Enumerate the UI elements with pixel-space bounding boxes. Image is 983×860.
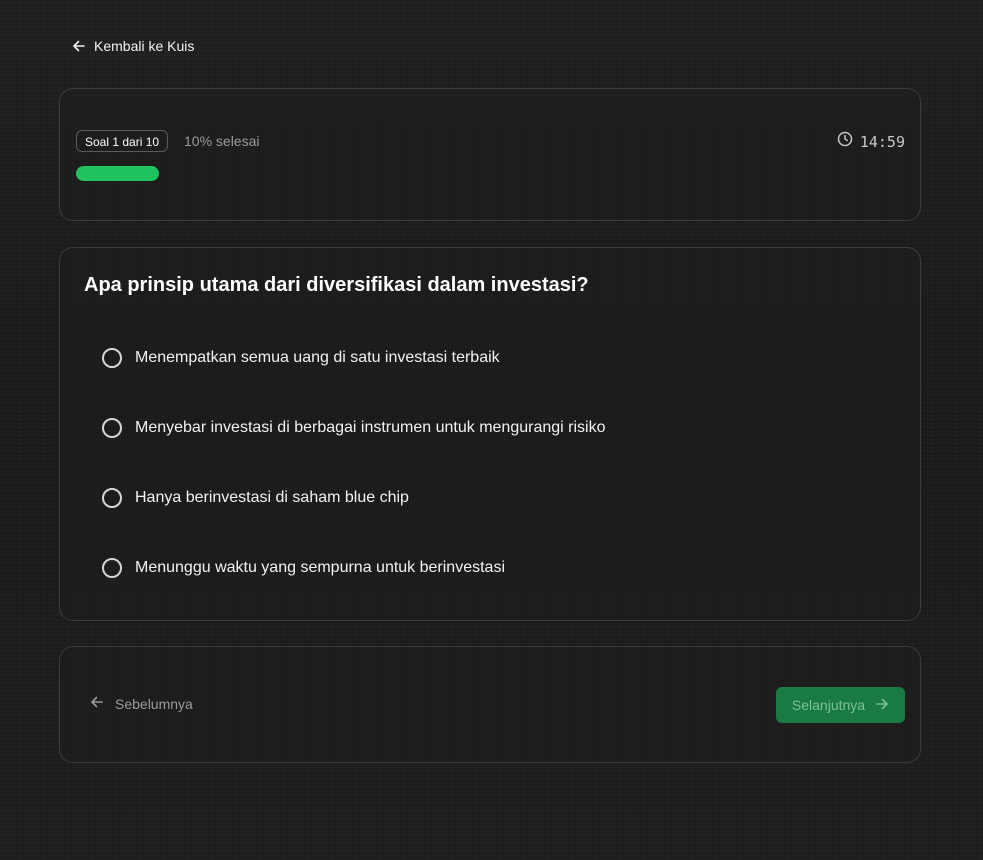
answer-option-label: Menyebar investasi di berbagai instrumen… [135,419,606,436]
progress-card: Soal 1 dari 10 10% selesai 14:59 [59,88,921,221]
answer-option-label: Menunggu waktu yang sempurna untuk berin… [135,559,505,576]
question-card: Apa prinsip utama dari diversifikasi dal… [59,247,921,621]
previous-button-label: Sebelumnya [115,695,193,712]
back-link-label: Kembali ke Kuis [94,38,195,54]
radio-button[interactable] [102,418,122,438]
progress-bar-fill [76,166,159,181]
answer-option-label: Hanya berinvestasi di saham blue chip [135,489,409,506]
question-title: Apa prinsip utama dari diversifikasi dal… [84,274,589,296]
radio-button[interactable] [102,348,122,368]
radio-button[interactable] [102,558,122,578]
radio-button[interactable] [102,488,122,508]
question-counter-badge: Soal 1 dari 10 [76,130,169,152]
timer: 14:59 [837,131,905,152]
arrow-right-icon [875,697,889,714]
timer-value: 14:59 [859,132,905,151]
arrow-left-icon [72,39,86,53]
answer-option[interactable]: Menunggu waktu yang sempurna untuk berin… [100,550,880,586]
answer-options: Menempatkan semua uang di satu investasi… [100,340,880,620]
clock-icon [837,131,853,152]
progress-percent-text: 10% selesai [184,133,260,149]
answer-option[interactable]: Menyebar investasi di berbagai instrumen… [100,410,880,446]
answer-option[interactable]: Menempatkan semua uang di satu investasi… [100,340,880,376]
answer-option[interactable]: Hanya berinvestasi di saham blue chip [100,480,880,516]
next-button-label: Selanjutnya [791,697,866,713]
navigation-card: Sebelumnya Selanjutnya [59,646,921,763]
next-button[interactable]: Selanjutnya [776,687,905,723]
progress-bar [76,166,905,181]
back-to-quiz-link[interactable]: Kembali ke Kuis [72,36,194,56]
arrow-left-icon [90,695,104,712]
previous-button[interactable]: Sebelumnya [90,695,193,712]
answer-option-label: Menempatkan semua uang di satu investasi… [135,349,500,366]
